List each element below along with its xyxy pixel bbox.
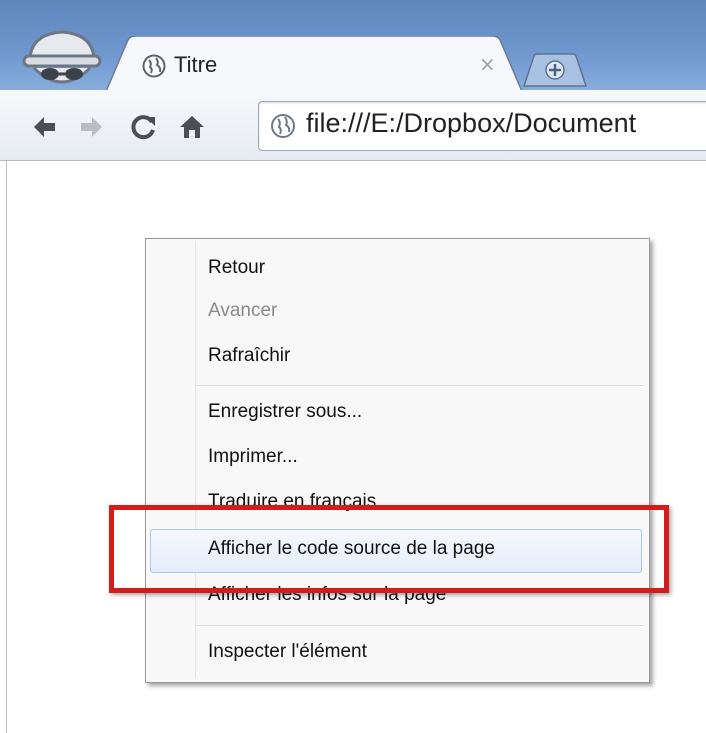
tab-title: Titre	[174, 52, 218, 77]
globe-icon	[271, 114, 295, 138]
menu-separator	[196, 385, 644, 386]
new-tab-button[interactable]	[520, 52, 590, 88]
menu-item-rafraichir[interactable]: Rafraîchir	[208, 344, 290, 368]
back-arrow-icon[interactable]	[30, 113, 58, 141]
annotation-highlight-box	[109, 505, 669, 593]
window-border	[6, 161, 7, 733]
menu-item-enregistrer-sous[interactable]: Enregistrer sous...	[208, 400, 362, 424]
forward-arrow-icon[interactable]	[78, 113, 106, 141]
tab-close-icon[interactable]: ×	[479, 54, 496, 74]
address-url: file:///E:/Dropbox/Document	[306, 108, 637, 138]
globe-icon	[142, 54, 166, 78]
menu-item-retour[interactable]: Retour	[208, 256, 265, 280]
menu-separator	[196, 625, 644, 626]
browser-tab[interactable]	[104, 36, 524, 96]
home-icon[interactable]	[178, 113, 206, 141]
reload-icon[interactable]	[130, 113, 158, 141]
menu-item-inspecter-element[interactable]: Inspecter l'élément	[208, 640, 367, 664]
menu-item-avancer: Avancer	[208, 300, 278, 321]
menu-item-imprimer[interactable]: Imprimer...	[208, 445, 298, 469]
plus-icon	[545, 60, 565, 80]
menu-icon-gutter	[195, 241, 196, 678]
incognito-icon	[22, 30, 102, 84]
